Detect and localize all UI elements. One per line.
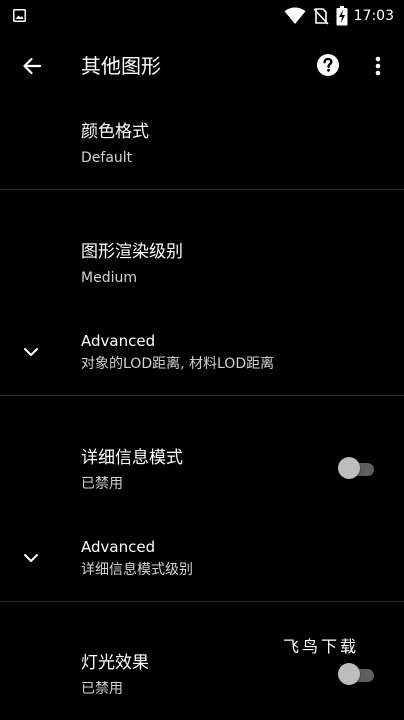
setting-summary: 已禁用 — [81, 681, 123, 697]
divider — [0, 189, 404, 190]
status-time: 17:03 — [353, 8, 394, 24]
help-icon[interactable] — [316, 53, 340, 77]
detail-mode-switch[interactable] — [336, 456, 376, 482]
status-bar: 17:03 — [0, 0, 404, 32]
divider — [0, 601, 404, 602]
gallery-icon — [13, 9, 26, 22]
chevron-down-icon — [24, 554, 38, 562]
page-title: 其他图形 — [81, 54, 161, 78]
switch-thumb — [338, 663, 360, 685]
setting-title: 灯光效果 — [81, 653, 149, 673]
status-icons: 17:03 — [284, 6, 394, 26]
advanced-title: Advanced — [81, 538, 156, 556]
switch-thumb — [338, 457, 360, 479]
advanced-title: Advanced — [81, 332, 156, 350]
advanced-summary: 对象的LOD距离, 材料LOD距离 — [81, 356, 275, 372]
setting-summary: Default — [81, 150, 133, 166]
setting-summary: Medium — [81, 270, 137, 286]
setting-title: 图形渲染级别 — [81, 242, 183, 262]
battery-charging-icon — [336, 6, 348, 26]
advanced-summary: 详细信息模式级别 — [81, 562, 193, 578]
back-button[interactable] — [18, 52, 46, 80]
setting-summary: 已禁用 — [81, 476, 123, 492]
more-vert-icon — [375, 56, 381, 76]
back-arrow-icon — [23, 57, 42, 75]
more-options-button[interactable] — [370, 52, 386, 80]
setting-title: 颜色格式 — [81, 122, 149, 142]
app-bar: 其他图形 — [0, 32, 404, 100]
divider — [0, 395, 404, 396]
wifi-icon — [284, 7, 306, 24]
watermark: 飞鸟下载 — [283, 637, 360, 656]
setting-title: 详细信息模式 — [81, 448, 183, 468]
chevron-down-icon — [24, 348, 38, 356]
no-sim-icon — [313, 8, 329, 25]
light-effect-switch[interactable] — [336, 662, 376, 688]
